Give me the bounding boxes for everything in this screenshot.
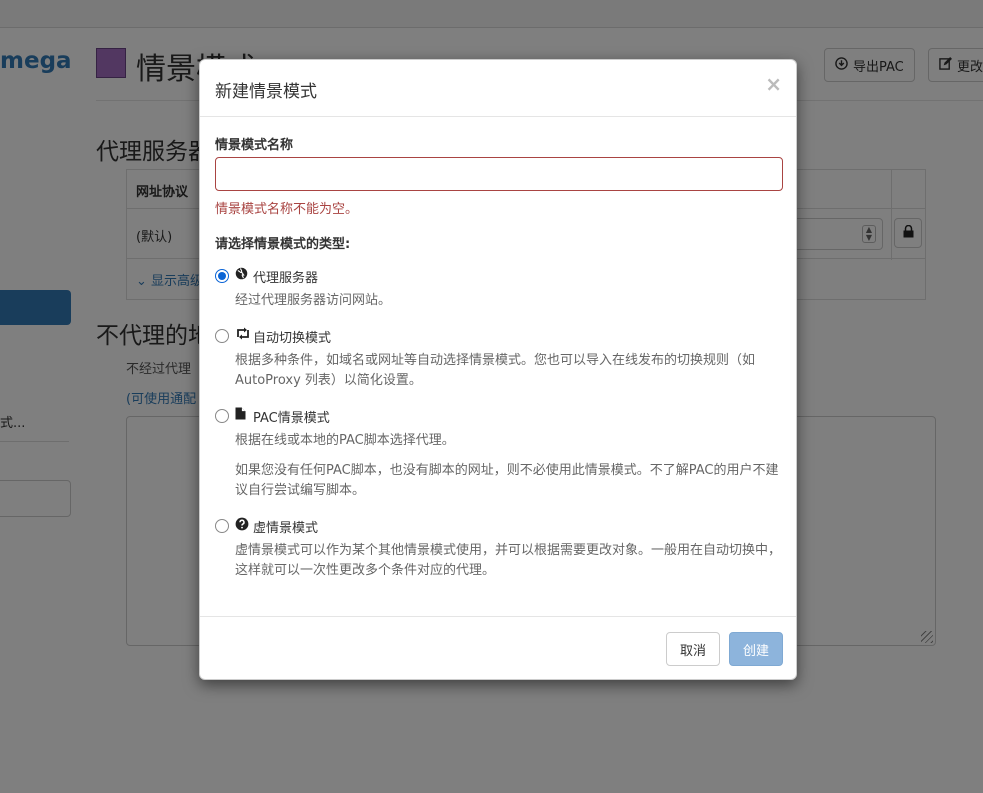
option-name: 自动切换模式 (253, 331, 332, 346)
profile-name-error: 情景模式名称不能为空。 (215, 202, 359, 217)
dialog-title: 新建情景模式 (215, 82, 317, 102)
option-name: PAC情景模式 (253, 411, 330, 426)
option-description: 虚情景模式可以作为某个其他情景模式使用，并可以根据需要更改对象。一般用在自动切换… (235, 543, 782, 578)
file-icon (235, 407, 249, 423)
create-button[interactable]: 创建 (729, 632, 783, 666)
close-icon[interactable]: × (765, 72, 782, 96)
option-description-note: 如果您没有任何PAC脚本，也没有脚本的网址，则不必使用此情景模式。不了解PAC的… (235, 463, 779, 498)
cancel-button[interactable]: 取消 (666, 632, 720, 666)
option-description: 经过代理服务器访问网站。 (235, 293, 392, 308)
globe-icon (235, 267, 249, 283)
option-name: 虚情景模式 (253, 521, 319, 536)
option-description: 根据多种条件，如域名或网址等自动选择情景模式。您也可以导入在线发布的切换规则（如… (235, 353, 756, 388)
option-name: 代理服务器 (253, 271, 319, 286)
profile-type-label: 请选择情景模式的类型: (215, 237, 351, 252)
radio-switch-profile[interactable] (215, 329, 229, 343)
option-description: 根据在线或本地的PAC脚本选择代理。 (235, 433, 455, 448)
dialog-footer: 取消 创建 (200, 616, 796, 681)
new-profile-dialog: 新建情景模式 × 情景模式名称 情景模式名称不能为空。 请选择情景模式的类型: … (199, 59, 797, 680)
question-sign-icon (235, 517, 249, 533)
profile-name-input[interactable] (215, 157, 783, 191)
radio-virtual-profile[interactable] (215, 519, 229, 533)
profile-name-label: 情景模式名称 (215, 138, 294, 153)
dialog-header: 新建情景模式 × (200, 60, 796, 117)
radio-proxy-server[interactable] (215, 269, 229, 283)
radio-pac-profile[interactable] (215, 409, 229, 423)
retweet-icon (235, 327, 249, 343)
